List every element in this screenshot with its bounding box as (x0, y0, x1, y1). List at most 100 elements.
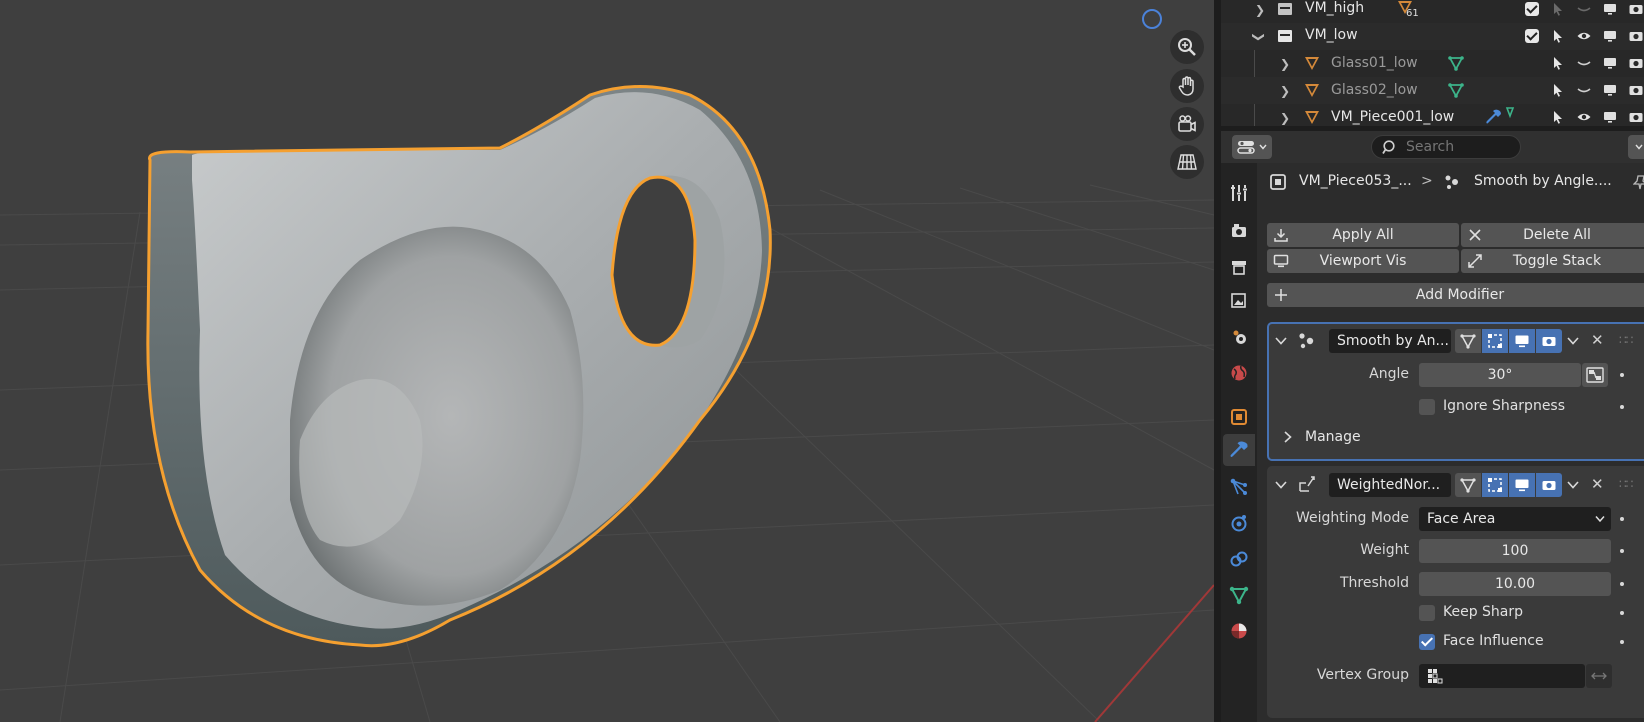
weighting-mode-select[interactable]: Face Area (1419, 507, 1611, 531)
chevron-right-icon[interactable]: ❯ (1280, 111, 1290, 125)
tab-object[interactable] (1223, 401, 1255, 433)
render-toggle[interactable] (1536, 329, 1562, 353)
viewport-toggle[interactable] (1509, 329, 1535, 353)
close-icon[interactable]: ✕ (1591, 475, 1604, 493)
tab-modifiers[interactable] (1223, 434, 1255, 466)
camera-view-icon[interactable] (1170, 107, 1204, 141)
area-divider[interactable] (1214, 0, 1221, 722)
outliner-row-glass01-low[interactable]: ❯ Glass01_low (1221, 50, 1644, 77)
delete-all-button[interactable]: Delete All (1461, 223, 1644, 247)
render-camera-icon[interactable] (1623, 26, 1644, 46)
add-modifier-button[interactable]: Add Modifier (1267, 283, 1644, 307)
exclude-checkbox[interactable] (1519, 0, 1545, 19)
perspective-grid-icon[interactable] (1170, 145, 1204, 179)
tab-data[interactable] (1223, 579, 1255, 611)
vertex-group-field[interactable] (1419, 664, 1585, 688)
outliner-row-glass02-low[interactable]: ❯ Glass02_low (1221, 77, 1644, 104)
viewport-vis-button[interactable]: Viewport Vis (1267, 249, 1459, 273)
tab-material[interactable] (1223, 615, 1255, 647)
drag-handle-icon[interactable]: ∷∷ (1619, 333, 1633, 347)
keyframe-dot[interactable] (1620, 373, 1624, 377)
keyframe-dot[interactable] (1620, 611, 1624, 615)
select-arrow-icon[interactable] (1545, 80, 1571, 100)
chevron-right-icon[interactable] (1283, 431, 1293, 443)
chevron-right-icon[interactable]: ❯ (1280, 57, 1290, 71)
tab-particles[interactable] (1223, 471, 1255, 503)
eye-closed-icon[interactable] (1571, 53, 1597, 73)
render-camera-icon[interactable] (1623, 107, 1644, 126)
chevron-down-icon[interactable]: ❯ (1252, 31, 1266, 41)
tab-output[interactable] (1223, 251, 1255, 283)
monitor-icon[interactable] (1597, 107, 1623, 126)
eye-icon[interactable] (1571, 26, 1597, 46)
eye-icon[interactable] (1571, 107, 1597, 126)
angle-field[interactable]: 30° (1419, 363, 1581, 387)
chevron-down-icon[interactable] (1567, 336, 1579, 346)
eye-closed-icon[interactable] (1571, 0, 1597, 19)
render-camera-icon[interactable] (1623, 80, 1644, 100)
outliner-row-vm-low[interactable]: ❯ VM_low (1221, 23, 1644, 50)
keyframe-dot[interactable] (1620, 549, 1624, 553)
modifier-name-field[interactable]: WeightedNor... (1329, 473, 1451, 497)
properties-search[interactable] (1371, 135, 1521, 159)
tab-physics[interactable] (1223, 507, 1255, 539)
angle-node-button[interactable] (1582, 363, 1608, 387)
eye-closed-icon[interactable] (1571, 80, 1597, 100)
invert-vertex-group-button[interactable] (1586, 664, 1612, 688)
options-dropdown[interactable] (1628, 135, 1644, 159)
chevron-down-icon[interactable] (1275, 480, 1287, 490)
3d-viewport[interactable] (0, 0, 1214, 722)
modifier-name-field[interactable]: Smooth by An... (1329, 329, 1451, 353)
chevron-down-icon[interactable] (1275, 336, 1287, 346)
outliner-row-vm-piece001-low[interactable]: ❯ VM_Piece001_low (1221, 104, 1644, 126)
select-arrow-icon[interactable] (1545, 26, 1571, 46)
exclude-checkbox[interactable] (1519, 26, 1545, 46)
chevron-right-icon[interactable]: ❯ (1280, 84, 1290, 98)
keep-sharp-checkbox[interactable] (1419, 605, 1435, 621)
keyframe-dot[interactable] (1620, 517, 1624, 521)
edit-mode-cage-toggle[interactable] (1455, 473, 1481, 497)
toggle-stack-button[interactable]: Toggle Stack (1461, 249, 1644, 273)
pin-icon[interactable] (1633, 174, 1644, 190)
zoom-icon[interactable] (1170, 30, 1204, 64)
monitor-icon[interactable] (1597, 26, 1623, 46)
select-arrow-icon[interactable] (1545, 0, 1571, 19)
ignore-sharpness-checkbox[interactable] (1419, 399, 1435, 415)
editor-type-dropdown[interactable] (1232, 135, 1272, 159)
tab-tool[interactable] (1223, 177, 1255, 209)
keyframe-dot[interactable] (1620, 405, 1624, 409)
navigation-gizmo[interactable] (1142, 9, 1162, 29)
chevron-right-icon[interactable]: ❯ (1255, 3, 1265, 17)
render-camera-icon[interactable] (1623, 0, 1644, 19)
outliner-row-vm-high[interactable]: ❯ VM_high 61 (1221, 0, 1644, 23)
collection-icon (1278, 3, 1292, 15)
select-arrow-icon[interactable] (1545, 53, 1571, 73)
threshold-field[interactable]: 10.00 (1419, 572, 1611, 596)
edit-mode-toggle[interactable] (1482, 473, 1508, 497)
tab-scene[interactable] (1223, 321, 1255, 353)
pan-hand-icon[interactable] (1170, 69, 1204, 103)
close-icon[interactable]: ✕ (1591, 331, 1604, 349)
tab-world[interactable] (1223, 357, 1255, 389)
manage-subpanel-label[interactable]: Manage (1305, 429, 1361, 445)
monitor-icon[interactable] (1597, 80, 1623, 100)
edit-mode-cage-toggle[interactable] (1455, 329, 1481, 353)
select-arrow-icon[interactable] (1545, 107, 1571, 126)
render-toggle[interactable] (1536, 473, 1562, 497)
keyframe-dot[interactable] (1620, 640, 1624, 644)
tab-constraints[interactable] (1223, 543, 1255, 575)
chevron-down-icon[interactable] (1567, 480, 1579, 490)
monitor-icon[interactable] (1597, 0, 1623, 19)
face-influence-checkbox[interactable] (1419, 634, 1435, 650)
edit-mode-toggle[interactable] (1482, 329, 1508, 353)
viewport-toggle[interactable] (1509, 473, 1535, 497)
render-camera-icon[interactable] (1623, 53, 1644, 73)
search-input[interactable] (1406, 139, 1516, 155)
apply-all-button[interactable]: Apply All (1267, 223, 1459, 247)
weight-field[interactable]: 100 (1419, 539, 1611, 563)
tab-render[interactable] (1223, 215, 1255, 247)
drag-handle-icon[interactable]: ∷∷ (1619, 477, 1633, 491)
tab-view-layer[interactable] (1223, 285, 1255, 317)
monitor-icon[interactable] (1597, 53, 1623, 73)
keyframe-dot[interactable] (1620, 582, 1624, 586)
